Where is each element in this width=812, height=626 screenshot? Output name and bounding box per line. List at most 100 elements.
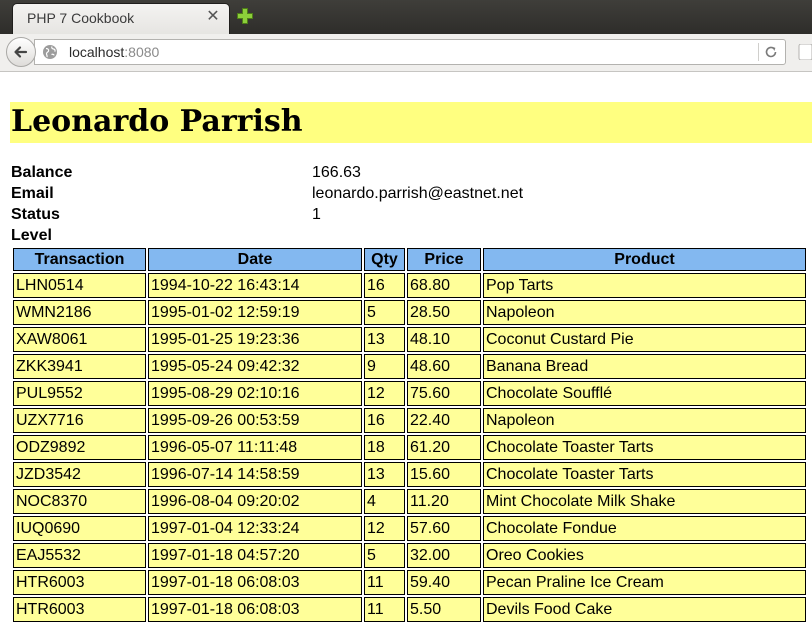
cell-product: Chocolate Soufflé <box>483 381 806 406</box>
url-host: localhost <box>69 44 125 60</box>
url-text[interactable]: localhost:8080 <box>69 44 159 60</box>
cell-qty: 5 <box>364 543 405 568</box>
url-port: :8080 <box>124 44 160 60</box>
cell-price: 75.60 <box>407 381 481 406</box>
cell-transaction: ODZ9892 <box>13 435 146 460</box>
url-bar[interactable]: localhost:8080 <box>34 39 786 65</box>
url-bar-divider <box>758 43 759 61</box>
cell-date: 1996-07-14 14:58:59 <box>148 462 362 487</box>
table-row: LHN0514 1994-10-22 16:43:14 16 68.80 Pop Tar… <box>13 273 806 298</box>
cell-qty: 9 <box>364 354 405 379</box>
table-row: XAW8061 1995-01-25 19:23:36 13 48.10 Coconut… <box>13 327 806 352</box>
cell-product: Oreo Cookies <box>483 543 806 568</box>
cell-date: 1997-01-04 12:33:24 <box>148 516 362 541</box>
cell-date: 1995-05-24 09:42:32 <box>148 354 362 379</box>
cell-product: Mint Chocolate Milk Shake <box>483 489 806 514</box>
browser-window: PHP 7 Cookbook ✕ localhost:8080 Leonardo… <box>0 0 812 626</box>
cell-date: 1996-05-07 11:11:48 <box>148 435 362 460</box>
cell-qty: 16 <box>364 273 405 298</box>
table-body: LHN0514 1994-10-22 16:43:14 16 68.80 Pop Tar… <box>13 273 806 622</box>
cell-product: Chocolate Fondue <box>483 516 806 541</box>
back-arrow-icon <box>14 46 28 58</box>
column-header-date: Date <box>148 248 362 271</box>
cell-product: Coconut Custard Pie <box>483 327 806 352</box>
cell-date: 1995-08-29 02:10:16 <box>148 381 362 406</box>
info-row-status: Status 1 <box>11 204 711 225</box>
column-header-product: Product <box>483 248 806 271</box>
cell-transaction: XAW8061 <box>13 327 146 352</box>
cell-product: Napoleon <box>483 408 806 433</box>
table-row: JZD3542 1996-07-14 14:58:59 13 15.60 Chocola… <box>13 462 806 487</box>
close-icon[interactable]: ✕ <box>205 9 221 25</box>
info-label: Status <box>11 206 60 223</box>
globe-icon[interactable] <box>42 44 58 60</box>
column-header-transaction: Transaction <box>13 248 146 271</box>
cell-date: 1995-09-26 00:53:59 <box>148 408 362 433</box>
table-row: WMN2186 1995-01-02 12:59:19 5 28.50 Napoleon <box>13 300 806 325</box>
cell-transaction: HTR6003 <box>13 597 146 622</box>
cell-price: 15.60 <box>407 462 481 487</box>
plus-icon[interactable] <box>236 7 254 25</box>
cell-price: 57.60 <box>407 516 481 541</box>
cell-price: 11.20 <box>407 489 481 514</box>
cell-qty: 18 <box>364 435 405 460</box>
cell-qty: 4 <box>364 489 405 514</box>
info-label: Email <box>11 185 54 202</box>
table-row: HTR6003 1997-01-18 06:08:03 11 5.50 Devils F… <box>13 597 806 622</box>
info-row-balance: Balance 166.63 <box>11 162 711 183</box>
cell-price: 61.20 <box>407 435 481 460</box>
transactions-table: Transaction Date Qty Price Product LHN05… <box>11 246 808 624</box>
cell-product: Pop Tarts <box>483 273 806 298</box>
cell-transaction: NOC8370 <box>13 489 146 514</box>
info-value: leonardo.parrish@eastnet.net <box>312 185 524 202</box>
info-value: 166.63 <box>312 164 361 181</box>
cell-date: 1997-01-18 04:57:20 <box>148 543 362 568</box>
cell-price: 32.00 <box>407 543 481 568</box>
cell-qty: 5 <box>364 300 405 325</box>
cell-date: 1997-01-18 06:08:03 <box>148 570 362 595</box>
page-content: Leonardo Parrish Balance 166.63 Email le… <box>0 72 812 626</box>
reload-icon[interactable] <box>763 44 779 60</box>
cell-qty: 12 <box>364 516 405 541</box>
cell-qty: 11 <box>364 570 405 595</box>
cell-date: 1996-08-04 09:20:02 <box>148 489 362 514</box>
table-row: ODZ9892 1996-05-07 11:11:48 18 61.20 Chocola… <box>13 435 806 460</box>
cell-price: 22.40 <box>407 408 481 433</box>
cell-qty: 13 <box>364 327 405 352</box>
tab-strip: PHP 7 Cookbook ✕ <box>0 0 812 34</box>
table-row: EAJ5532 1997-01-18 04:57:20 5 32.00 Oreo Coo… <box>13 543 806 568</box>
cell-price: 48.60 <box>407 354 481 379</box>
info-value: 1 <box>312 206 321 223</box>
info-label: Level <box>11 227 52 244</box>
cell-transaction: LHN0514 <box>13 273 146 298</box>
cell-qty: 13 <box>364 462 405 487</box>
cell-price: 48.10 <box>407 327 481 352</box>
column-header-qty: Qty <box>364 248 405 271</box>
cell-product: Chocolate Toaster Tarts <box>483 435 806 460</box>
cell-price: 5.50 <box>407 597 481 622</box>
navigation-bar: localhost:8080 <box>0 34 812 72</box>
cell-product: Devils Food Cake <box>483 597 806 622</box>
cell-price: 59.40 <box>407 570 481 595</box>
table-row: HTR6003 1997-01-18 06:08:03 11 59.40 Pecan P… <box>13 570 806 595</box>
table-row: PUL9552 1995-08-29 02:10:16 12 75.60 Chocola… <box>13 381 806 406</box>
cell-product: Banana Bread <box>483 354 806 379</box>
cell-transaction: EAJ5532 <box>13 543 146 568</box>
menu-icon[interactable] <box>798 43 812 61</box>
cell-qty: 11 <box>364 597 405 622</box>
cell-price: 28.50 <box>407 300 481 325</box>
cell-qty: 12 <box>364 381 405 406</box>
table-row: ZKK3941 1995-05-24 09:42:32 9 48.60 Banana B… <box>13 354 806 379</box>
info-label: Balance <box>11 164 73 181</box>
browser-tab[interactable]: PHP 7 Cookbook ✕ <box>12 3 230 34</box>
cell-transaction: UZX7716 <box>13 408 146 433</box>
tab-title: PHP 7 Cookbook <box>27 10 135 26</box>
cell-qty: 16 <box>364 408 405 433</box>
info-row-email: Email leonardo.parrish@eastnet.net <box>11 183 711 204</box>
back-button[interactable] <box>6 37 36 67</box>
cell-transaction: HTR6003 <box>13 570 146 595</box>
cell-date: 1994-10-22 16:43:14 <box>148 273 362 298</box>
table-row: NOC8370 1996-08-04 09:20:02 4 11.20 Mint Cho… <box>13 489 806 514</box>
table-header-row: Transaction Date Qty Price Product <box>13 248 806 271</box>
cell-date: 1995-01-25 19:23:36 <box>148 327 362 352</box>
